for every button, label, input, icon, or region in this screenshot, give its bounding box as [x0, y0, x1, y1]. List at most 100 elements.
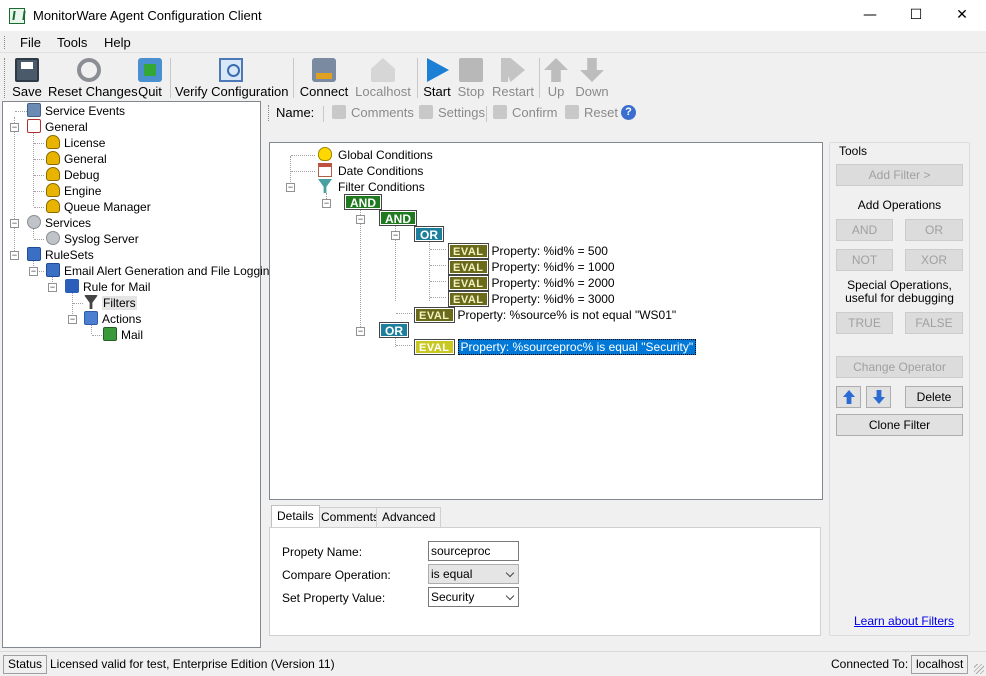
tree-item-rulesets[interactable]: RuleSets — [27, 247, 94, 263]
eval-node[interactable]: EVAL Property: %id% = 500 — [448, 243, 608, 259]
property-name-input[interactable]: sourceproc — [428, 541, 519, 561]
menu-tools[interactable]: Tools — [57, 35, 87, 50]
menu-file[interactable]: File — [20, 35, 41, 50]
tree-item-label: Engine — [64, 184, 102, 198]
tree-line — [15, 111, 27, 112]
eval-node[interactable]: EVAL Property: %id% = 2000 — [448, 275, 615, 291]
learn-about-filters-link[interactable]: Learn about Filters — [854, 614, 954, 628]
tree-item-queue-manager[interactable]: Queue Manager — [46, 199, 151, 215]
reset-changes-button[interactable]: Reset Changes — [48, 56, 138, 100]
connect-button[interactable]: Connect — [298, 56, 350, 100]
resize-grip[interactable] — [974, 664, 984, 674]
filter-conditions-node[interactable]: Filter Conditions — [318, 179, 425, 195]
and-operator-node[interactable]: AND — [379, 210, 417, 227]
localhost-button[interactable]: Localhost — [354, 56, 412, 100]
compare-operation-value: is equal — [431, 567, 473, 581]
eval-node-selected[interactable]: EVAL Property: %sourceproc% is equal "Sec… — [414, 339, 697, 355]
restart-label: Restart — [492, 84, 534, 99]
date-conditions-node[interactable]: Date Conditions — [318, 163, 423, 179]
eval-node[interactable]: EVAL Property: %source% is not equal "WS0… — [414, 307, 676, 323]
restart-button[interactable]: Restart — [492, 56, 534, 100]
quit-button[interactable]: Quit — [135, 56, 165, 100]
close-button[interactable]: ✕ — [939, 0, 985, 31]
tree-item-mail[interactable]: Mail — [103, 327, 143, 343]
xor-button[interactable]: XOR — [905, 249, 963, 271]
expander-filter-conditions[interactable]: − — [286, 183, 295, 192]
tree-item-services[interactable]: Services — [27, 215, 91, 231]
tree-item-filters[interactable]: Filters — [84, 295, 137, 311]
set-property-value-select[interactable]: Security — [428, 587, 519, 607]
tree-line — [34, 191, 44, 192]
tree-item-service-events[interactable]: Service Events — [27, 103, 125, 119]
eval-node[interactable]: EVAL Property: %id% = 3000 — [448, 291, 615, 307]
expander-and-child[interactable]: − — [356, 215, 365, 224]
confirm-button[interactable]: Confirm — [493, 105, 558, 120]
and-operator-node[interactable]: AND — [344, 194, 382, 211]
not-button[interactable]: NOT — [836, 249, 893, 271]
clone-filter-button[interactable]: Clone Filter — [836, 414, 963, 436]
move-down-button[interactable] — [866, 386, 891, 408]
tree-item-engine[interactable]: Engine — [46, 183, 101, 199]
expander-ruleset-email[interactable]: − — [29, 267, 38, 276]
start-button[interactable]: Start — [422, 56, 452, 100]
or-button[interactable]: OR — [905, 219, 963, 241]
expander-rule-for-mail[interactable]: − — [48, 283, 57, 292]
eval-badge: EVAL — [448, 291, 489, 307]
expander-and-root[interactable]: − — [322, 199, 331, 208]
move-up-button[interactable] — [836, 386, 861, 408]
eval-node[interactable]: EVAL Property: %id% = 1000 — [448, 259, 615, 275]
node-label: Filter Conditions — [338, 180, 425, 194]
filter-condition-tree[interactable]: − − − − − Global Conditions Date Conditi… — [269, 142, 823, 500]
expander-rulesets[interactable]: − — [10, 251, 19, 260]
up-button[interactable]: Up — [543, 56, 569, 100]
quit-icon — [138, 58, 162, 82]
expander-or-child[interactable]: − — [391, 231, 400, 240]
tree-line — [14, 117, 15, 255]
expander-services[interactable]: − — [10, 219, 19, 228]
tree-item-ruleset-email[interactable]: Email Alert Generation and File Logging — [46, 263, 276, 279]
save-button[interactable]: Save — [12, 56, 42, 100]
delete-button[interactable]: Delete — [905, 386, 963, 408]
verify-configuration-button[interactable]: Verify Configuration — [175, 56, 288, 100]
tree-item-actions[interactable]: Actions — [84, 311, 141, 327]
eval-badge: EVAL — [414, 307, 455, 323]
tree-item-general-settings[interactable]: General — [46, 151, 107, 167]
tab-advanced[interactable]: Advanced — [376, 507, 442, 527]
tools-title: Tools — [837, 144, 870, 158]
arrow-up-icon — [843, 390, 855, 404]
toolbar-separator — [323, 106, 324, 122]
comments-button[interactable]: Comments — [332, 105, 414, 120]
false-button[interactable]: FALSE — [905, 312, 963, 334]
toolbar-grip — [4, 58, 7, 98]
help-icon[interactable]: ? — [621, 105, 636, 120]
stop-button[interactable]: Stop — [456, 56, 486, 100]
global-conditions-node[interactable]: Global Conditions — [318, 147, 433, 163]
change-operator-button[interactable]: Change Operator — [836, 356, 963, 378]
add-filter-button[interactable]: Add Filter > — [836, 164, 963, 186]
menu-help[interactable]: Help — [104, 35, 131, 50]
true-button[interactable]: TRUE — [836, 312, 893, 334]
tree-item-license[interactable]: License — [46, 135, 105, 151]
config-tree[interactable]: − − − − − − Service Events General Licen… — [2, 101, 276, 648]
tab-comments[interactable]: Comments — [315, 507, 386, 527]
down-button[interactable]: Down — [574, 56, 610, 100]
expander-actions[interactable]: − — [68, 315, 77, 324]
and-button[interactable]: AND — [836, 219, 893, 241]
expander-general[interactable]: − — [10, 123, 19, 132]
or-operator-node[interactable]: OR — [414, 226, 444, 243]
settings-button[interactable]: Settings — [419, 105, 485, 120]
expander-or-second[interactable]: − — [356, 327, 365, 336]
maximize-button[interactable]: ☐ — [893, 0, 939, 31]
tree-item-syslog-server[interactable]: Syslog Server — [46, 231, 139, 247]
tree-line — [430, 297, 446, 298]
tree-item-general[interactable]: General — [27, 119, 88, 135]
reset-button[interactable]: Reset — [565, 105, 618, 120]
or-operator-node[interactable]: OR — [379, 322, 409, 339]
minimize-button[interactable]: — — [847, 0, 893, 31]
rule-cube-icon — [65, 279, 79, 293]
tree-line — [34, 207, 44, 208]
tree-item-rule-for-mail[interactable]: Rule for Mail — [65, 279, 150, 295]
compare-operation-select[interactable]: is equal — [428, 564, 519, 584]
tab-details[interactable]: Details — [271, 505, 320, 527]
tree-item-debug[interactable]: Debug — [46, 167, 99, 183]
